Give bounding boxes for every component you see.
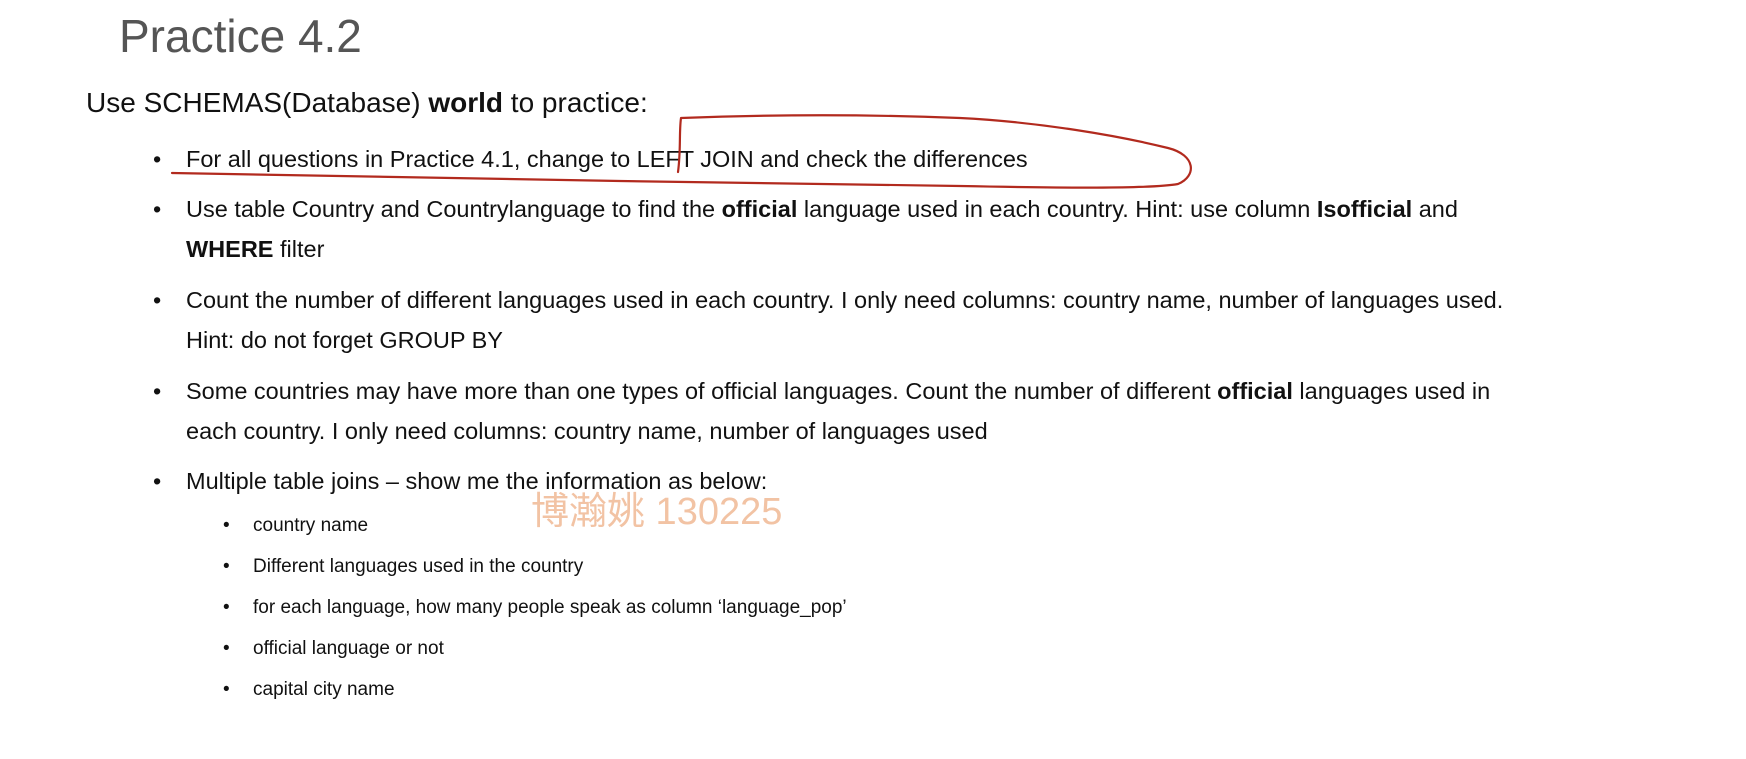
bullet-text: Count the number of different languages … [186,287,1504,313]
subitem-language-pop: for each language, how many people speak… [223,593,1153,623]
bullet-text: filter [273,236,325,262]
slide: Practice 4.2 Use SCHEMAS(Database) world… [0,0,1746,759]
bullet-text: each country. I only need columns: count… [186,418,988,444]
bullet-text: language used in each country. Hint: use… [797,196,1317,222]
bullet-multiple-joins: Multiple table joins – show me the infor… [153,461,1676,501]
bullet-text: languages used in [1292,378,1491,404]
subitem-languages: Different languages used in the country [223,552,1153,582]
subitem-official: official language or not [223,634,1153,664]
bullet-bold-isofficial: Isofficial [1316,196,1413,222]
bullet-text: Hint: do not forget GROUP BY [186,327,503,353]
subitem-capital: capital city name [223,675,1153,705]
bullet-list: For all questions in Practice 4.1, chang… [0,0,1746,759]
bullet-count-official: Some countries may have more than one ty… [153,371,1676,451]
bullet-text: and [1412,196,1458,222]
bullet-left-join: For all questions in Practice 4.1, chang… [153,139,1676,179]
bullet-text: Use table Country and Countrylanguage to… [186,196,722,222]
bullet-text: Some countries may have more than one ty… [186,378,1218,404]
bullet-bold-where: WHERE [186,236,274,262]
bullet-left-join-text: For all questions in Practice 4.1, chang… [186,146,1028,172]
watermark: 博瀚姚 130225 [531,491,783,533]
bullet-official-language: Use table Country and Countrylanguage to… [153,189,1676,269]
bullet-bold-official: official [1217,378,1293,404]
bullet-bold-official: official [721,196,798,222]
bullet-count-languages: Count the number of different languages … [153,280,1676,360]
